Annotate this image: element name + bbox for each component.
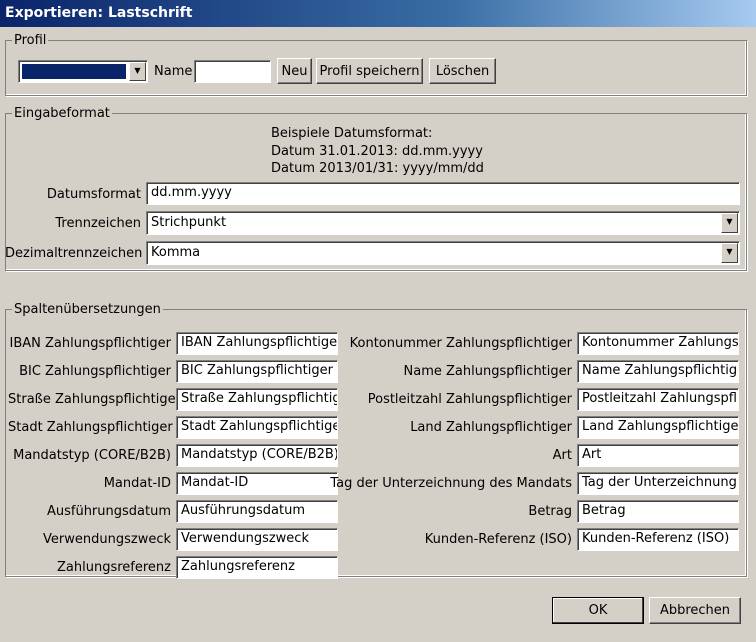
datumsformat-input[interactable]: dd.mm.yyyy	[146, 182, 740, 205]
profil-legend: Profil	[14, 33, 47, 48]
trennzeichen-value: Strichpunkt	[146, 211, 740, 235]
example-line-1: Datum 31.01.2013: dd.mm.yyyy	[271, 144, 483, 159]
right-column-label: Art	[552, 448, 572, 463]
profil-name-input[interactable]	[194, 60, 271, 83]
left-column-label: Verwendungszweck	[43, 532, 171, 547]
profil-name-label: Name	[154, 64, 193, 79]
neu-button[interactable]: Neu	[277, 58, 312, 84]
right-column-input[interactable]: Kontonummer Zahlungspflichtiger	[577, 332, 739, 355]
left-column-label: Stadt Zahlungspflichtiger	[8, 420, 173, 435]
profil-select[interactable]: ▼	[18, 60, 148, 83]
left-column-input[interactable]: Ausführungsdatum	[176, 500, 338, 523]
left-column-input[interactable]: Stadt Zahlungspflichtiger	[176, 416, 338, 439]
left-column-input[interactable]: Mandat-ID	[176, 472, 338, 495]
chevron-down-icon[interactable]: ▼	[129, 62, 146, 81]
left-column-input[interactable]: Mandatstyp (CORE/B2B)	[176, 444, 338, 467]
right-column-label: Kunden-Referenz (ISO)	[424, 532, 572, 547]
dezimaltrennzeichen-value: Komma	[146, 241, 740, 265]
left-column-label: Mandat-ID	[103, 476, 171, 491]
left-column-input[interactable]: Verwendungszweck	[176, 528, 338, 551]
right-column-label: Kontonummer Zahlungspflichtiger	[349, 336, 572, 351]
example-line-2: Datum 2013/01/31: yyyy/mm/dd	[271, 161, 484, 176]
dezimaltrennzeichen-select[interactable]: Komma ▼	[146, 241, 740, 265]
spaltenuebersetzungen-legend: Spaltenübersetzungen	[14, 302, 161, 317]
right-column-input[interactable]: Postleitzahl Zahlungspflichtiger	[577, 388, 739, 411]
right-column-label: Betrag	[528, 504, 572, 519]
left-column-label: Straße Zahlungspflichtiger	[8, 392, 181, 407]
right-column-label: Land Zahlungspflichtiger	[410, 420, 572, 435]
window-title: Exportieren: Lastschrift	[0, 0, 756, 27]
profil-speichern-button[interactable]: Profil speichern	[316, 58, 423, 84]
chevron-down-icon[interactable]: ▼	[721, 243, 738, 263]
right-column-label: Postleitzahl Zahlungspflichtiger	[367, 392, 572, 407]
datumsformat-label: Datumsformat	[46, 187, 141, 202]
right-column-input[interactable]: Kunden-Referenz (ISO)	[577, 528, 739, 551]
left-column-label: Ausführungsdatum	[46, 504, 171, 519]
left-column-input[interactable]: Straße Zahlungspflichtiger	[176, 388, 338, 411]
trennzeichen-select[interactable]: Strichpunkt ▼	[146, 211, 740, 235]
right-column-label: Tag der Unterzeichnung des Mandats	[330, 476, 572, 491]
left-column-label: IBAN Zahlungspflichtiger	[9, 336, 171, 351]
chevron-down-icon[interactable]: ▼	[721, 213, 738, 233]
profil-selection-highlight	[22, 64, 126, 79]
right-column-input[interactable]: Name Zahlungspflichtiger	[577, 360, 739, 383]
right-column-input[interactable]: Betrag	[577, 500, 739, 523]
right-column-input[interactable]: Land Zahlungspflichtiger	[577, 416, 739, 439]
eingabeformat-legend: Eingabeformat	[14, 106, 110, 121]
right-column-label: Name Zahlungspflichtiger	[403, 364, 572, 379]
left-column-label: BIC Zahlungspflichtiger	[19, 364, 171, 379]
left-column-label: Zahlungsreferenz	[57, 560, 171, 575]
loeschen-button[interactable]: Löschen	[429, 58, 496, 84]
left-column-label: Mandatstyp (CORE/B2B)	[13, 448, 171, 463]
right-column-input[interactable]: Tag der Unterzeichnung des Mandats	[577, 472, 739, 495]
dezimaltrennzeichen-label: Dezimaltrennzeichen	[5, 246, 143, 261]
left-column-input[interactable]: Zahlungsreferenz	[176, 556, 338, 579]
right-column-input[interactable]: Art	[577, 444, 739, 467]
example-title: Beispiele Datumsformat:	[271, 126, 433, 141]
abbrechen-button[interactable]: Abbrechen	[649, 597, 741, 624]
ok-button[interactable]: OK	[552, 597, 644, 624]
left-column-input[interactable]: IBAN Zahlungspflichtiger	[176, 332, 338, 355]
left-column-input[interactable]: BIC Zahlungspflichtiger	[176, 360, 338, 383]
trennzeichen-label: Trennzeichen	[55, 216, 141, 231]
